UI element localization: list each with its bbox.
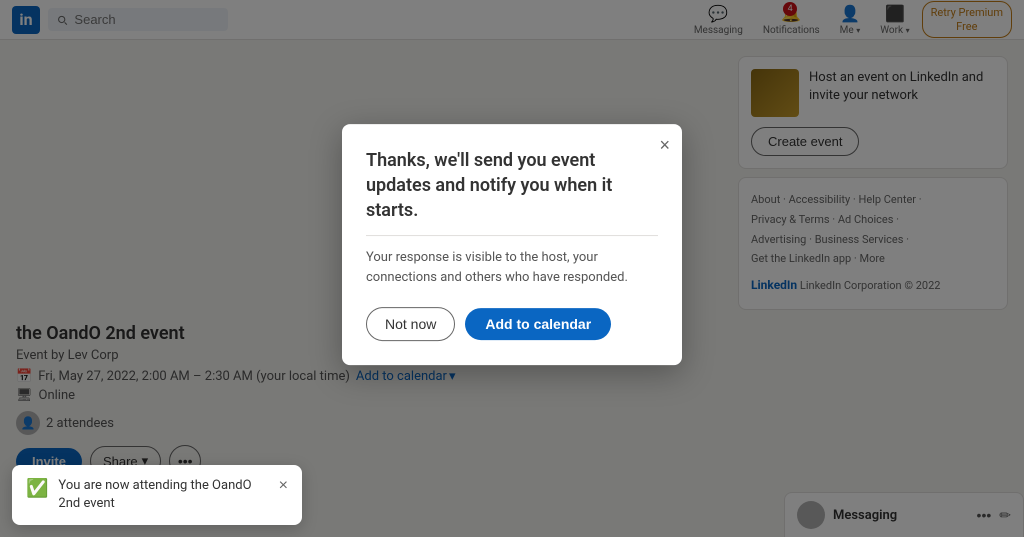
- add-to-calendar-button[interactable]: Add to calendar: [465, 308, 611, 340]
- toast-notification: ✅ You are now attending the OandO 2nd ev…: [12, 465, 302, 525]
- toast-message: You are now attending the OandO 2nd even…: [58, 477, 268, 513]
- dialog-body: Your response is visible to the host, yo…: [366, 248, 658, 287]
- check-icon: ✅: [26, 478, 48, 499]
- dialog-divider: [366, 235, 658, 236]
- dialog-close-button[interactable]: ×: [659, 136, 670, 154]
- dialog-title: Thanks, we'll send you event updates and…: [366, 148, 658, 224]
- toast-close-button[interactable]: ×: [279, 477, 288, 495]
- dialog: × Thanks, we'll send you event updates a…: [342, 124, 682, 366]
- not-now-button[interactable]: Not now: [366, 307, 455, 341]
- dialog-actions: Not now Add to calendar: [366, 307, 658, 341]
